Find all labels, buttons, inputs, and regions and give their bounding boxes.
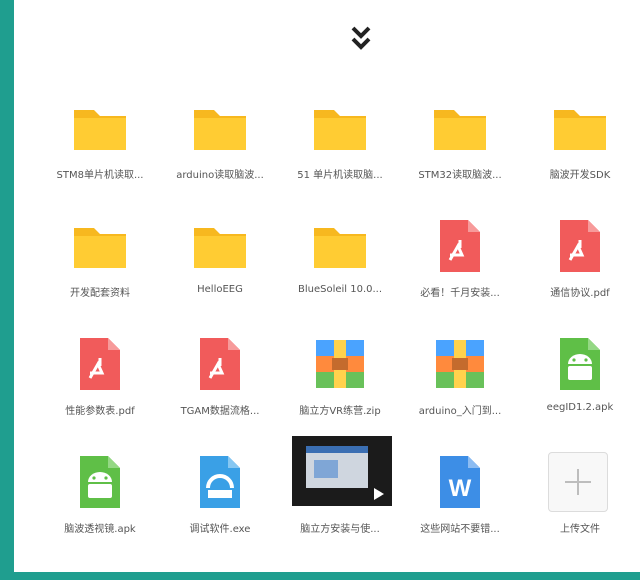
file-name: arduino读取脑波...	[176, 170, 264, 181]
file-item[interactable]: BlueSoleil 10.0...	[280, 206, 400, 324]
file-name: eegID1.2.apk	[546, 402, 614, 413]
file-name: 51 单片机读取脑...	[297, 170, 383, 181]
file-item[interactable]: 开发配套资料	[40, 206, 160, 324]
file-item[interactable]: 调试软件.exe	[160, 442, 280, 560]
file-item[interactable]: eegID1.2.apk	[520, 324, 640, 442]
file-item[interactable]: arduino读取脑波...	[160, 88, 280, 206]
file-name: 脑波开发SDK	[549, 170, 611, 181]
pdf-file-icon	[430, 216, 490, 276]
file-name: BlueSoleil 10.0...	[297, 284, 383, 295]
collapse-button[interactable]	[348, 22, 374, 56]
file-name: 通信协议.pdf	[550, 288, 610, 299]
zip-archive-icon	[430, 334, 490, 394]
file-name: 脑立方安装与使...	[300, 524, 380, 535]
file-item[interactable]: TGAM数据流格...	[160, 324, 280, 442]
file-item[interactable]: 通信协议.pdf	[520, 206, 640, 324]
folder-icon	[310, 98, 370, 158]
file-item[interactable]: W 这些网站不要错...	[400, 442, 520, 560]
pdf-file-icon	[70, 334, 130, 394]
file-item[interactable]: HelloEEG	[160, 206, 280, 324]
file-item[interactable]: 脑立方安装与使...	[280, 436, 400, 560]
file-name: arduino_入门到...	[418, 406, 502, 417]
plus-icon	[548, 452, 608, 512]
file-name: 这些网站不要错...	[420, 524, 500, 535]
android-apk-icon	[550, 334, 610, 394]
file-grid: STM8单片机读取... arduino读取脑波... 51 单片机读取脑...…	[40, 88, 640, 548]
file-name: 性能参数表.pdf	[65, 406, 135, 417]
file-item[interactable]: 脑波开发SDK	[520, 88, 640, 206]
folder-icon	[550, 98, 610, 158]
folder-icon	[70, 98, 130, 158]
file-name: STM8单片机读取...	[56, 170, 144, 181]
folder-icon	[70, 216, 130, 276]
folder-icon	[430, 98, 490, 158]
file-name: TGAM数据流格...	[180, 406, 260, 417]
zip-archive-icon	[310, 334, 370, 394]
window-left-border	[0, 0, 14, 580]
file-name: 脑立方VR练营.zip	[299, 406, 381, 417]
file-item[interactable]: arduino_入门到...	[400, 324, 520, 442]
file-name: 必看！千月安装...	[420, 288, 500, 299]
android-apk-icon	[70, 452, 130, 512]
file-name: STM32读取脑波...	[418, 170, 502, 181]
word-doc-icon: W	[430, 452, 490, 512]
file-item[interactable]: 脑立方VR练营.zip	[280, 324, 400, 442]
file-item[interactable]: 性能参数表.pdf	[40, 324, 160, 442]
file-name: 脑波透视镜.apk	[64, 524, 136, 535]
window-bottom-border	[0, 572, 640, 580]
file-item[interactable]: 必看！千月安装...	[400, 206, 520, 324]
video-thumbnail	[292, 436, 392, 506]
pdf-file-icon	[550, 216, 610, 276]
folder-icon	[190, 216, 250, 276]
file-name: 调试软件.exe	[189, 524, 251, 535]
upload-label: 上传文件	[560, 524, 600, 535]
file-name: HelloEEG	[197, 284, 243, 295]
file-name: 开发配套资料	[70, 288, 130, 299]
file-item[interactable]: 脑波透视镜.apk	[40, 442, 160, 560]
folder-icon	[190, 98, 250, 158]
pdf-file-icon	[190, 334, 250, 394]
folder-icon	[310, 216, 370, 276]
double-chevron-down-icon	[351, 26, 371, 50]
file-item[interactable]: STM8单片机读取...	[40, 88, 160, 206]
installer-icon	[190, 452, 250, 512]
upload-file-button[interactable]: 上传文件	[520, 442, 640, 560]
file-item[interactable]: 51 单片机读取脑...	[280, 88, 400, 206]
file-item[interactable]: STM32读取脑波...	[400, 88, 520, 206]
svg-text:W: W	[449, 475, 472, 502]
